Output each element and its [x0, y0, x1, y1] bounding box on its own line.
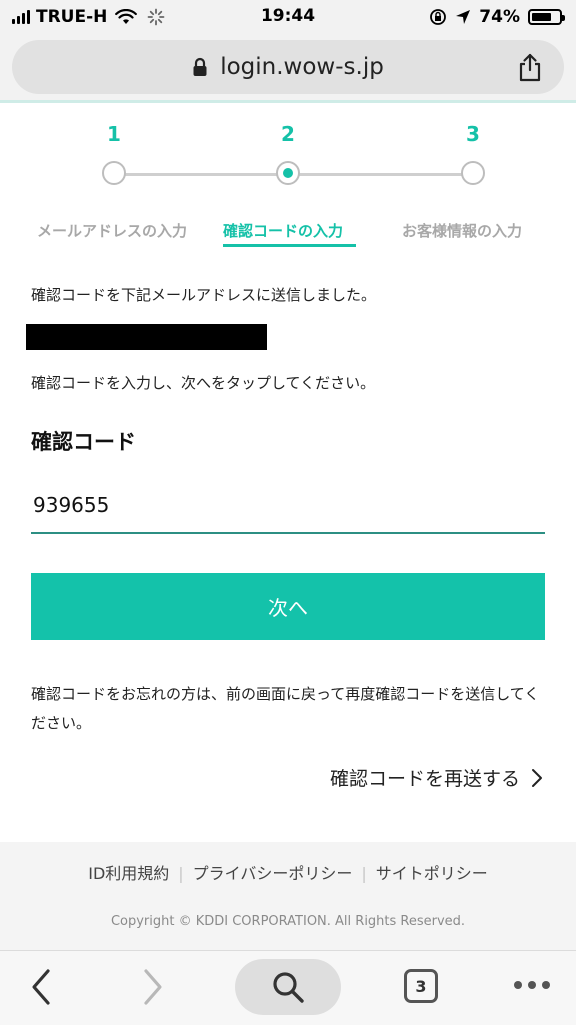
search-button[interactable] — [235, 959, 341, 1015]
step-3-label: お客様情報の入力 — [402, 222, 523, 240]
step-2-label: 確認コードの入力 — [223, 222, 344, 240]
chevron-left-icon[interactable] — [28, 967, 54, 1007]
page-top-divider — [0, 100, 576, 103]
redacted-email — [26, 324, 267, 350]
footer-link-privacy[interactable]: プライバシーポリシー — [193, 864, 353, 883]
chevron-right-icon — [532, 768, 542, 787]
step-3-dot — [461, 161, 485, 185]
lock-icon — [193, 57, 207, 76]
battery-fill — [532, 13, 552, 21]
step-1-label: メールアドレスの入力 — [37, 222, 188, 240]
resend-code-label: 確認コードを再送する — [329, 768, 520, 790]
step-3-number: 3 — [466, 122, 480, 146]
code-field-label: 確認コード — [31, 430, 136, 454]
footer-links: ID利用規約 | プライバシーポリシー | サイトポリシー — [88, 864, 488, 883]
step-1-number: 1 — [107, 122, 121, 146]
sent-message: 確認コードを下記メールアドレスに送信しました。 — [31, 286, 377, 304]
active-step-underline — [223, 244, 356, 247]
battery-icon — [528, 9, 565, 25]
search-icon — [273, 972, 304, 1003]
page-footer: ID利用規約 | プライバシーポリシー | サイトポリシー Copyright © KD… — [0, 842, 576, 950]
orientation-lock-icon — [430, 9, 447, 25]
address-bar[interactable]: login.wow-s.jp — [12, 40, 564, 94]
url-text: login.wow-s.jp — [220, 54, 384, 80]
step-2-dot-active — [276, 161, 300, 185]
status-bar: TRUE-H 19:44 74% — [0, 0, 576, 34]
footer-link-site-policy[interactable]: サイトポリシー — [376, 864, 488, 883]
step-1-dot — [102, 161, 126, 185]
forgot-code-message: 確認コードをお忘れの方は、前の画面に戻って再度確認コードを送信してください。 — [31, 685, 540, 732]
status-right: 74% — [429, 6, 565, 28]
location-arrow-icon — [456, 10, 471, 24]
step-2-number: 2 — [281, 122, 295, 146]
copyright-text: Copyright © KDDI CORPORATION. All Rights… — [110, 914, 466, 929]
share-icon[interactable] — [516, 52, 544, 82]
battery-percent: 74% — [479, 7, 520, 27]
next-button[interactable]: 次へ — [31, 573, 545, 640]
browser-toolbar: 3 — [0, 950, 576, 1025]
address-bar-area: login.wow-s.jp — [0, 34, 576, 100]
instruction-text: 確認コードを入力し、次へをタップしてください。 — [31, 374, 376, 392]
more-dots-icon[interactable] — [514, 981, 550, 989]
url-display[interactable]: login.wow-s.jp — [12, 54, 564, 80]
resend-code-link[interactable]: 確認コードを再送する — [330, 764, 544, 791]
tabs-button[interactable]: 3 — [404, 969, 438, 1003]
verification-code-input[interactable] — [31, 478, 545, 534]
footer-link-terms[interactable]: ID利用規約 — [88, 864, 169, 883]
chevron-right-icon[interactable] — [140, 967, 166, 1007]
